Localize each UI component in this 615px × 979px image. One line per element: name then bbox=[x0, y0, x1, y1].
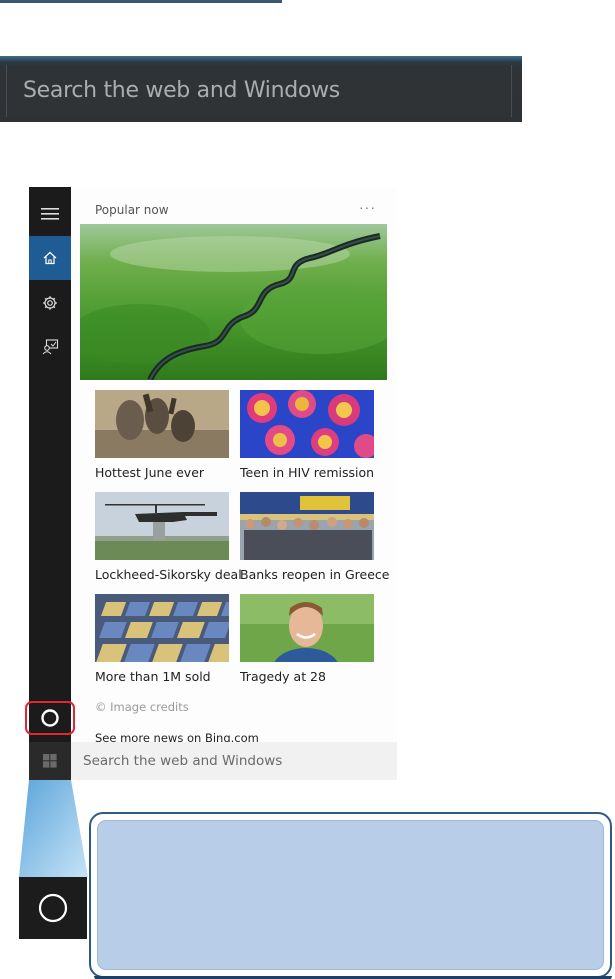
hamburger-menu-icon bbox=[41, 208, 59, 220]
news-tile-4[interactable] bbox=[240, 492, 374, 560]
cortana-button-zoomed[interactable] bbox=[19, 877, 87, 939]
image-credits-link[interactable]: © Image credits bbox=[95, 700, 189, 714]
portrait-man-image bbox=[240, 594, 374, 662]
hero-news-image[interactable] bbox=[80, 224, 387, 380]
sidebar-item-feedback[interactable] bbox=[29, 325, 71, 369]
books-display-image bbox=[95, 594, 229, 662]
zoomed-search-bar[interactable]: Search the web and Windows bbox=[0, 56, 522, 122]
callout-box bbox=[89, 812, 612, 979]
cortana-button-highlight[interactable] bbox=[25, 701, 75, 735]
settings-gear-icon bbox=[43, 296, 57, 310]
news-tile-3[interactable] bbox=[95, 492, 229, 560]
cortana-circle-large-icon bbox=[38, 893, 68, 923]
feedback-icon bbox=[42, 339, 58, 355]
callout-fill bbox=[97, 820, 604, 970]
taskbar-search-bar[interactable]: Search the web and Windows bbox=[29, 742, 397, 780]
cells-microscope-image bbox=[240, 390, 374, 458]
news-caption-5[interactable]: More than 1M sold bbox=[95, 669, 211, 684]
cortana-sidebar bbox=[29, 187, 71, 742]
glass-hands-image bbox=[95, 390, 229, 458]
news-caption-3[interactable]: Lockheed-Sikorsky deal bbox=[95, 567, 242, 582]
crowd-at-bank-image bbox=[240, 492, 374, 560]
cortana-circle-icon bbox=[41, 709, 59, 727]
news-tile-5[interactable] bbox=[95, 594, 229, 662]
section-title: Popular now bbox=[95, 203, 169, 217]
start-button[interactable] bbox=[29, 742, 71, 780]
helicopter-image bbox=[95, 492, 229, 560]
windows-logo-icon bbox=[43, 754, 57, 768]
top-divider bbox=[0, 0, 282, 3]
cortana-panel: Popular now ··· Hottest June ever Teen i… bbox=[29, 187, 397, 780]
news-feed: Popular now ··· Hottest June ever Teen i… bbox=[71, 187, 397, 745]
sidebar-item-settings[interactable] bbox=[29, 281, 71, 325]
zoomed-search-field[interactable]: Search the web and Windows bbox=[6, 65, 512, 117]
sidebar-item-home[interactable] bbox=[29, 236, 71, 280]
news-tile-2[interactable] bbox=[240, 390, 374, 458]
hamburger-menu-button[interactable] bbox=[29, 192, 71, 236]
news-caption-4[interactable]: Banks reopen in Greece bbox=[240, 567, 389, 582]
news-caption-2[interactable]: Teen in HIV remission bbox=[240, 465, 374, 480]
zoomed-search-text: Search the web and Windows bbox=[23, 78, 340, 103]
news-caption-6[interactable]: Tragedy at 28 bbox=[240, 669, 326, 684]
search-input[interactable]: Search the web and Windows bbox=[83, 753, 282, 769]
news-tile-1[interactable] bbox=[95, 390, 229, 458]
news-tile-6[interactable] bbox=[240, 594, 374, 662]
river-landscape-image bbox=[80, 224, 387, 380]
more-options-button[interactable]: ··· bbox=[359, 199, 376, 215]
home-icon bbox=[43, 251, 57, 265]
news-caption-1[interactable]: Hottest June ever bbox=[95, 465, 204, 480]
